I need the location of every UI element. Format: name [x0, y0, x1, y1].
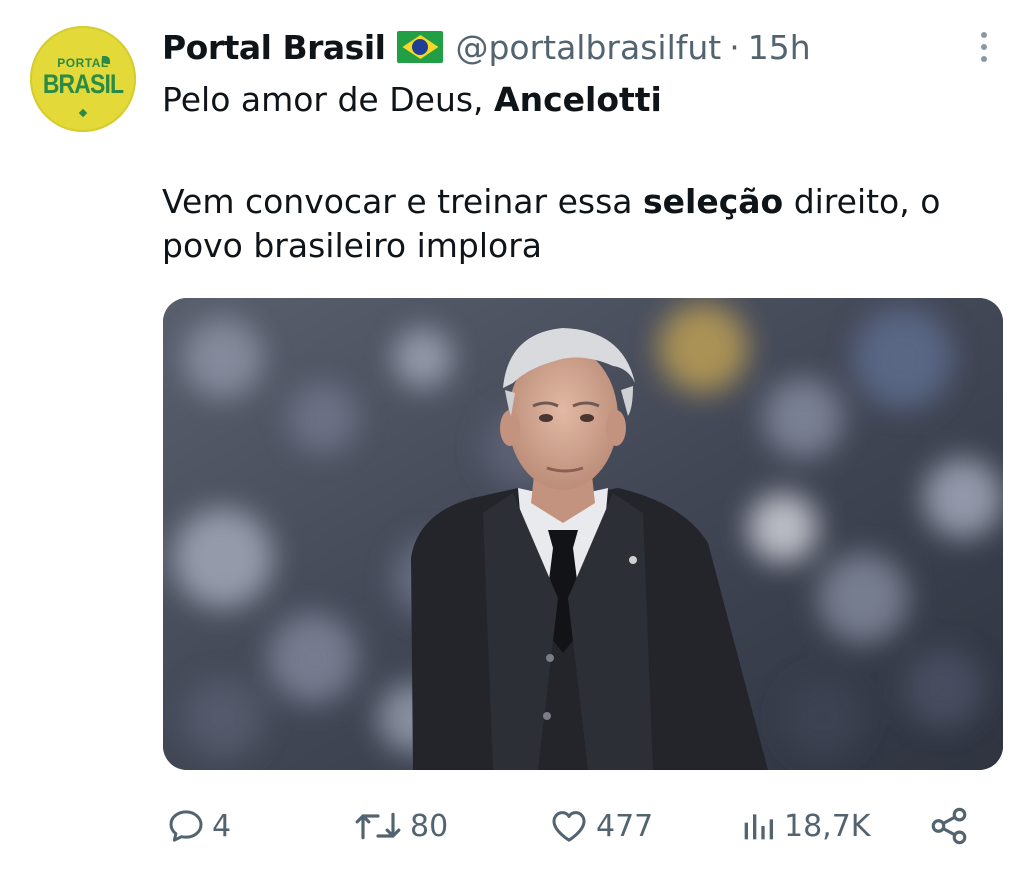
- avatar-logo-main: BRASIL: [42, 69, 124, 99]
- tweet-text-line1-bold: Ancelotti: [494, 80, 662, 119]
- like-count: 477: [596, 808, 654, 844]
- tweet-text-line2: Vem convocar e treinar essa seleção dire…: [162, 180, 1012, 268]
- more-vertical-icon[interactable]: [972, 30, 996, 64]
- leaf-icon: [102, 56, 110, 64]
- user-handle[interactable]: @portalbrasilfut: [455, 28, 721, 67]
- views-count: 18,7K: [784, 808, 871, 844]
- share-button[interactable]: [928, 800, 970, 852]
- tweet-text: Pelo amor de Deus, Ancelotti Vem convoca…: [162, 78, 1012, 268]
- repost-button[interactable]: 80: [352, 800, 448, 852]
- tweet-text-line1: Pelo amor de Deus, Ancelotti: [162, 78, 1012, 122]
- reply-icon: [169, 810, 203, 842]
- share-icon: [931, 807, 967, 845]
- diamond-icon: [78, 108, 88, 118]
- header-separator: ·: [729, 27, 740, 67]
- views-button[interactable]: 18,7K: [738, 800, 870, 852]
- tweet-text-line1-prefix: Pelo amor de Deus,: [162, 80, 495, 119]
- timestamp[interactable]: 15h: [748, 28, 811, 67]
- like-button[interactable]: 477: [548, 800, 653, 852]
- tweet-text-line2-prefix: Vem convocar e treinar essa: [162, 182, 643, 221]
- display-name[interactable]: Portal Brasil: [162, 28, 386, 67]
- reply-count: 4: [212, 808, 232, 844]
- reply-button[interactable]: 4: [166, 800, 231, 852]
- repost-count: 80: [410, 808, 449, 844]
- tweet-photo[interactable]: [163, 298, 1003, 770]
- repost-icon: [355, 812, 401, 840]
- brazil-flag-icon: [397, 31, 444, 63]
- views-icon: [744, 814, 773, 840]
- tweet-actions: 4 80 477 18,7K: [0, 800, 1024, 852]
- avatar-logo-top: PORTAL: [57, 56, 109, 70]
- tweet-text-line2-bold: seleção: [642, 182, 784, 221]
- heart-icon: [552, 811, 586, 842]
- tweet-header: Portal Brasil @portalbrasilfut · 15h: [162, 24, 811, 70]
- avatar[interactable]: PORTAL BRASIL: [30, 26, 136, 132]
- photo-illustration: [163, 298, 1003, 770]
